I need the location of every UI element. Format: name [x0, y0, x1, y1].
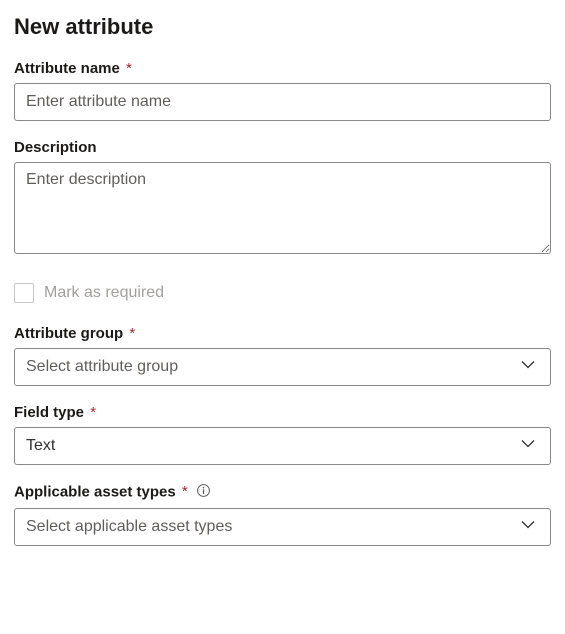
field-type-label-text: Field type	[14, 404, 84, 421]
field-type-field: Field type * Text	[14, 404, 551, 465]
mark-required-checkbox-row[interactable]: Mark as required	[14, 283, 551, 303]
page-title: New attribute	[14, 14, 551, 40]
field-type-dropdown[interactable]: Text	[14, 427, 551, 465]
description-field: Description	[14, 139, 551, 259]
chevron-down-icon	[520, 517, 536, 538]
attribute-name-label: Attribute name *	[14, 60, 551, 77]
description-label: Description	[14, 139, 551, 156]
mark-required-label: Mark as required	[44, 284, 164, 302]
applicable-asset-types-dropdown-text: Select applicable asset types	[26, 518, 232, 536]
applicable-asset-types-label-text: Applicable asset types	[14, 483, 176, 500]
applicable-asset-types-label: Applicable asset types *	[14, 483, 551, 502]
info-icon[interactable]	[196, 483, 211, 502]
applicable-asset-types-field: Applicable asset types * Select applicab…	[14, 483, 551, 546]
chevron-down-icon	[520, 357, 536, 378]
description-input[interactable]	[14, 162, 551, 254]
required-star-icon: *	[182, 483, 188, 500]
attribute-name-label-text: Attribute name	[14, 60, 120, 77]
attribute-group-dropdown[interactable]: Select attribute group	[14, 348, 551, 386]
description-label-text: Description	[14, 139, 97, 156]
required-star-icon: *	[90, 404, 96, 421]
attribute-group-label: Attribute group *	[14, 325, 551, 342]
attribute-name-input[interactable]	[14, 83, 551, 121]
required-star-icon: *	[126, 60, 132, 77]
attribute-group-label-text: Attribute group	[14, 325, 123, 342]
mark-required-checkbox[interactable]	[14, 283, 34, 303]
required-star-icon: *	[129, 325, 135, 342]
field-type-dropdown-text: Text	[26, 437, 55, 455]
attribute-group-field: Attribute group * Select attribute group	[14, 325, 551, 386]
attribute-group-dropdown-text: Select attribute group	[26, 358, 178, 376]
attribute-name-field: Attribute name *	[14, 60, 551, 121]
field-type-label: Field type *	[14, 404, 551, 421]
applicable-asset-types-dropdown[interactable]: Select applicable asset types	[14, 508, 551, 546]
chevron-down-icon	[520, 436, 536, 457]
